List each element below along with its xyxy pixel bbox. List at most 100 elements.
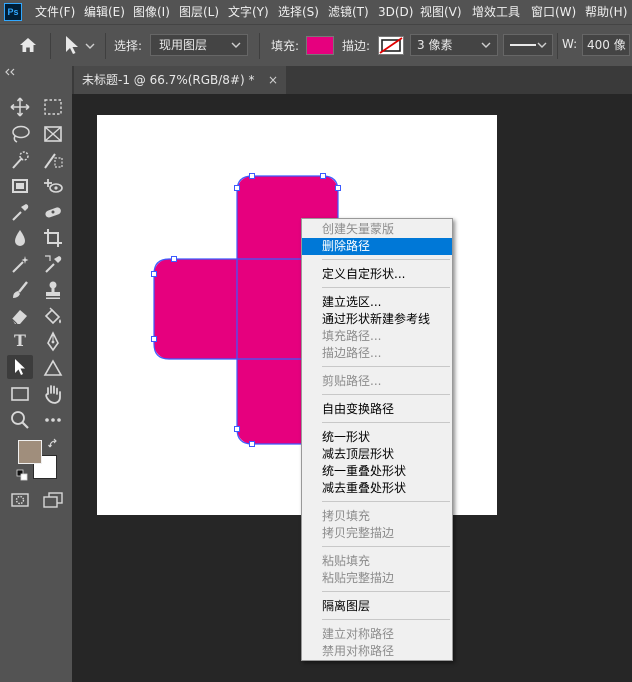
menu-item-copy-complete-stroke[interactable]: 拷贝完整描边 (302, 525, 452, 542)
home-icon[interactable] (18, 36, 38, 54)
menu-item-clipping-path[interactable]: 剪贴路径... (302, 373, 452, 390)
menu-separator (322, 366, 450, 367)
context-menu: 创建矢量蒙版 删除路径 定义自定形状... 建立选区... 通过形状新建参考线 … (301, 218, 453, 661)
menu-image[interactable]: 图像(I) (133, 0, 170, 24)
fill-label: 填充: (271, 39, 300, 53)
menu-item-disable-symmetry-path[interactable]: 禁用对称路径 (302, 643, 452, 660)
menu-item-unify-overlapping-shapes[interactable]: 统一重叠处形状 (302, 463, 452, 480)
swap-colors-icon[interactable] (48, 438, 60, 450)
color-sampler-tool-icon[interactable] (42, 253, 64, 275)
type-tool-icon[interactable]: T (7, 329, 33, 353)
rectangle-tool-icon[interactable] (9, 383, 31, 405)
collapse-toolbar-icon[interactable] (4, 68, 16, 76)
select-layer-dropdown[interactable]: 现用图层 (150, 34, 248, 56)
menu-item-delete-path[interactable]: 删除路径 (302, 238, 452, 255)
spot-healing-tool-icon[interactable] (42, 201, 64, 223)
hand-tool-icon[interactable] (42, 383, 64, 405)
menu-separator (322, 287, 450, 288)
menu-separator (322, 394, 450, 395)
crop-frame-tool-icon[interactable] (42, 123, 64, 145)
menu-bar: Ps 文件(F) 编辑(E) 图像(I) 图层(L) 文字(Y) 选择(S) 滤… (0, 0, 632, 24)
pen-tool-icon[interactable] (42, 331, 64, 353)
menu-item-new-guides-from-shape[interactable]: 通过形状新建参考线 (302, 311, 452, 328)
menu-item-paste-fill[interactable]: 粘贴填充 (302, 553, 452, 570)
fill-color-swatch[interactable] (306, 36, 334, 55)
menu-item-create-vector-mask[interactable]: 创建矢量蒙版 (302, 221, 452, 238)
content-aware-move-tool-icon[interactable] (42, 175, 64, 197)
foreground-color-swatch[interactable] (18, 440, 42, 464)
options-separator (105, 33, 106, 59)
width-field[interactable]: 400 像 (582, 34, 630, 56)
stroke-type-line (510, 44, 536, 46)
brush-tool-icon[interactable] (9, 279, 31, 301)
stroke-color-swatch[interactable] (378, 36, 404, 55)
eyedropper-tool-icon[interactable] (9, 201, 31, 223)
chevron-down-icon (231, 42, 241, 48)
menu-separator (322, 501, 450, 502)
path-selection-tool-button[interactable] (7, 355, 33, 379)
chevron-down-icon (537, 42, 547, 48)
menu-item-subtract-front-shape[interactable]: 减去顶层形状 (302, 446, 452, 463)
menu-window[interactable]: 窗口(W) (531, 0, 576, 24)
triangle-tool-icon[interactable] (42, 357, 64, 379)
options-separator (259, 33, 260, 59)
menu-type[interactable]: 文字(Y) (228, 0, 269, 24)
eraser-tool-icon[interactable] (9, 305, 31, 327)
menu-separator (322, 422, 450, 423)
menu-plugins[interactable]: 增效工具 (472, 0, 520, 24)
menu-file[interactable]: 文件(F) (35, 0, 75, 24)
blur-tool-icon[interactable] (9, 227, 31, 249)
menu-item-fill-path[interactable]: 填充路径... (302, 328, 452, 345)
menu-item-unify-shapes[interactable]: 统一形状 (302, 429, 452, 446)
options-bar: 选择: 现用图层 填充: 描边: 3 像素 W: 400 像 (0, 24, 632, 66)
menu-item-isolate-layers[interactable]: 隔离图层 (302, 598, 452, 615)
options-separator (557, 33, 558, 59)
stroke-width-value: 3 像素 (417, 38, 453, 52)
menu-item-make-selection[interactable]: 建立选区... (302, 294, 452, 311)
move-tool-icon[interactable] (9, 96, 31, 118)
menu-3d[interactable]: 3D(D) (378, 0, 413, 24)
menu-help[interactable]: 帮助(H) (585, 0, 627, 24)
menu-item-stroke-path[interactable]: 描边路径... (302, 345, 452, 362)
stroke-label: 描边: (342, 39, 371, 53)
default-colors-icon[interactable] (16, 469, 28, 481)
menu-separator (322, 619, 450, 620)
menu-layer[interactable]: 图层(L) (179, 0, 219, 24)
stamp-tool-icon[interactable] (42, 279, 64, 301)
document-tab-title: 未标题-1 @ 66.7%(RGB/8#) * (82, 73, 255, 87)
screen-mode-icon[interactable] (42, 490, 64, 510)
menu-separator (322, 259, 450, 260)
frame-tool-icon[interactable] (9, 175, 31, 197)
menu-separator (322, 591, 450, 592)
quick-selection-tool-icon[interactable] (9, 149, 31, 171)
menu-item-copy-fill[interactable]: 拷贝填充 (302, 508, 452, 525)
magic-wand-tool-icon[interactable] (9, 253, 31, 275)
menu-filter[interactable]: 滤镜(T) (328, 0, 369, 24)
path-selection-tool-preset-icon[interactable] (62, 35, 98, 55)
more-tools-icon[interactable] (42, 409, 64, 431)
marquee-tool-icon[interactable] (42, 96, 64, 118)
crop-tool-icon[interactable] (42, 227, 64, 249)
document-tab[interactable]: 未标题-1 @ 66.7%(RGB/8#) * × (74, 66, 286, 94)
menu-edit[interactable]: 编辑(E) (84, 0, 125, 24)
menu-view[interactable]: 视图(V) (420, 0, 462, 24)
menu-item-free-transform-path[interactable]: 自由变换路径 (302, 401, 452, 418)
slice-tool-icon[interactable] (42, 149, 64, 171)
menu-item-subtract-overlapping-shapes[interactable]: 减去重叠处形状 (302, 480, 452, 497)
select-label: 选择: (114, 39, 143, 53)
paint-bucket-tool-icon[interactable] (42, 305, 64, 327)
close-tab-icon[interactable]: × (268, 66, 278, 94)
lasso-tool-icon[interactable] (9, 123, 31, 145)
width-label: W: (562, 37, 578, 51)
chevron-down-icon (481, 42, 491, 48)
menu-item-make-symmetry-path[interactable]: 建立对称路径 (302, 626, 452, 643)
menu-item-paste-complete-stroke[interactable]: 粘贴完整描边 (302, 570, 452, 587)
width-value: 400 像 (587, 38, 626, 52)
menu-item-define-custom-shape[interactable]: 定义自定形状... (302, 266, 452, 283)
menu-separator (322, 546, 450, 547)
stroke-width-field[interactable]: 3 像素 (410, 34, 498, 56)
zoom-tool-icon[interactable] (9, 409, 31, 431)
stroke-type-dropdown[interactable] (503, 34, 553, 56)
menu-select[interactable]: 选择(S) (278, 0, 319, 24)
quick-mask-mode-icon[interactable] (9, 490, 31, 510)
